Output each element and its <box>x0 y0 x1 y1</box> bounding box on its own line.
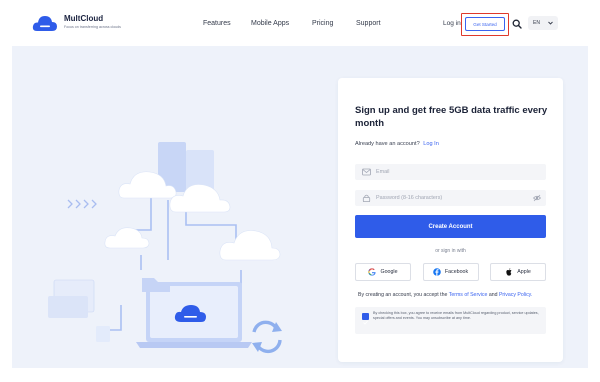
signup-title: Sign up and get free 5GB data traffic ev… <box>355 105 548 129</box>
top-header: MultCloud Focus on transferring across c… <box>0 0 600 46</box>
terms-text: By creating an account, you accept the T… <box>358 292 532 298</box>
chevron-down-icon <box>548 21 553 25</box>
consent-text: By checking this box, you agree to recei… <box>373 311 539 321</box>
brand-name[interactable]: MultCloud <box>64 14 103 23</box>
have-account-text: Already have an account? Log In <box>355 141 439 147</box>
language-value: EN <box>533 20 540 26</box>
hero-illustration <box>48 142 282 354</box>
terms-prefix: By creating an account, you accept the <box>358 292 448 298</box>
privacy-policy-link[interactable]: Privacy Policy. <box>499 292 532 298</box>
apple-button[interactable]: Apple <box>490 263 546 281</box>
lock-icon <box>362 194 371 202</box>
checkmark-icon <box>363 320 368 325</box>
terms-and: and <box>488 292 498 298</box>
create-account-button[interactable]: Create Account <box>355 215 546 238</box>
mail-icon <box>362 168 371 176</box>
main-area: Sign up and get free 5GB data traffic ev… <box>12 46 588 368</box>
consent-checkbox[interactable] <box>362 313 369 325</box>
password-field[interactable]: Password (8-16 characters) <box>355 190 546 206</box>
get-started-button[interactable]: Get Started <box>465 17 505 31</box>
login-link[interactable]: Log in <box>443 20 461 27</box>
facebook-icon <box>433 268 441 276</box>
signup-card: Sign up and get free 5GB data traffic ev… <box>338 78 563 362</box>
facebook-label: Facebook <box>444 269 469 275</box>
google-button[interactable]: Google <box>355 263 411 281</box>
nav-pricing[interactable]: Pricing <box>312 20 333 27</box>
login-link-card[interactable]: Log In <box>423 141 439 147</box>
have-account-label: Already have an account? <box>355 141 420 147</box>
consent-box: By checking this box, you agree to recei… <box>355 307 546 334</box>
nav-support[interactable]: Support <box>356 20 381 27</box>
email-placeholder: Email <box>376 168 390 175</box>
search-icon[interactable] <box>512 19 522 29</box>
apple-icon <box>506 268 512 276</box>
or-sign-in-text: or sign in with <box>435 248 466 254</box>
google-icon <box>368 268 377 276</box>
google-label: Google <box>380 269 398 275</box>
brand-tagline: Focus on transferring across clouds <box>64 25 121 29</box>
eye-off-icon[interactable] <box>533 194 541 202</box>
email-field[interactable]: Email <box>355 164 546 180</box>
nav-features[interactable]: Features <box>203 20 231 27</box>
nav-mobile-apps[interactable]: Mobile Apps <box>251 20 289 27</box>
arrows-icon <box>67 199 97 209</box>
facebook-button[interactable]: Facebook <box>422 263 479 281</box>
apple-label: Apple <box>517 269 531 275</box>
password-placeholder: Password (8-16 characters) <box>376 194 443 201</box>
terms-of-service-link[interactable]: Terms of Service <box>449 292 488 298</box>
cloud-logo-icon[interactable] <box>32 13 58 33</box>
language-select[interactable]: EN <box>528 16 558 30</box>
